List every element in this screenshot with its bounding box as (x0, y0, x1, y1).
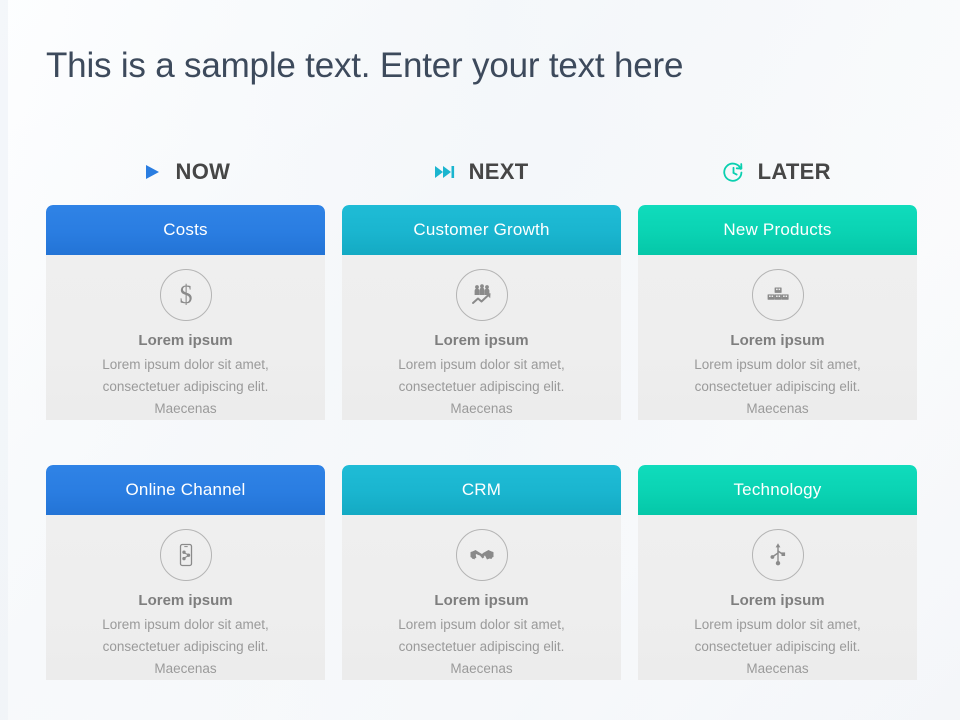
card-subtitle: Lorem ipsum (434, 592, 529, 610)
card-grid: Costs $ Lorem ipsum Lorem ipsum dolor si… (46, 205, 919, 680)
svg-text:$: $ (179, 280, 192, 309)
card-body: $ Lorem ipsum Lorem ipsum dolor sit amet… (46, 255, 325, 420)
column-header-next: NEXT (342, 150, 621, 194)
card-header: Costs (46, 205, 325, 256)
card-header: CRM (342, 465, 621, 516)
page-title: This is a sample text. Enter your text h… (46, 46, 684, 85)
card-subtitle: Lorem ipsum (138, 592, 233, 610)
column-header-next-label: NEXT (468, 159, 529, 184)
people-growth-chart-icon (455, 269, 508, 322)
card-technology[interactable]: Technology Lorem ipsum Lorem ipsum dolor… (638, 465, 917, 680)
card-body: Lorem ipsum Lorem ipsum dolor sit amet, … (638, 255, 917, 420)
card-title: Costs (163, 220, 208, 240)
card-body: Lorem ipsum Lorem ipsum dolor sit amet, … (638, 515, 917, 680)
card-subtitle: Lorem ipsum (730, 332, 825, 350)
usb-symbol-icon (751, 529, 804, 582)
fast-forward-icon (434, 161, 456, 183)
card-online-channel[interactable]: Online Channel Lorem ipsum Lorem ipsum d… (46, 465, 325, 680)
column-header-later: LATER (637, 150, 916, 194)
card-new-products[interactable]: New Products Lorem ipsum Lorem ipsum dol… (638, 205, 917, 420)
card-body: Lorem ipsum Lorem ipsum dolor sit amet, … (342, 515, 621, 680)
card-title: New Products (723, 220, 832, 240)
column-header-now-label: NOW (175, 159, 231, 184)
stacked-boxes-icon (751, 269, 804, 322)
clock-refresh-icon (723, 161, 745, 183)
card-header: Technology (638, 465, 917, 516)
mobile-share-icon (159, 529, 212, 582)
card-title: CRM (461, 480, 502, 500)
card-subtitle: Lorem ipsum (138, 332, 233, 350)
handshake-icon (455, 529, 508, 582)
slide-canvas: This is a sample text. Enter your text h… (0, 0, 960, 720)
card-title: Technology (733, 480, 822, 500)
column-header-later-label: LATER (757, 159, 831, 184)
card-description: Lorem ipsum dolor sit amet, consectetuer… (102, 357, 269, 417)
column-header-row: NOW NEXT LATER (46, 150, 916, 194)
dollar-sign-icon: $ (159, 269, 212, 322)
card-body: Lorem ipsum Lorem ipsum dolor sit amet, … (46, 515, 325, 680)
card-description: Lorem ipsum dolor sit amet, consectetuer… (694, 357, 861, 417)
card-header: Customer Growth (342, 205, 621, 256)
card-description: Lorem ipsum dolor sit amet, consectetuer… (398, 617, 565, 677)
column-header-now: NOW (46, 150, 325, 194)
card-subtitle: Lorem ipsum (434, 332, 529, 350)
card-crm[interactable]: CRM Lorem ipsum Lorem ipsum dolor sit am… (342, 465, 621, 680)
card-title: Online Channel (125, 480, 246, 500)
card-costs[interactable]: Costs $ Lorem ipsum Lorem ipsum dolor si… (46, 205, 325, 420)
card-description: Lorem ipsum dolor sit amet, consectetuer… (398, 357, 565, 417)
card-description: Lorem ipsum dolor sit amet, consectetuer… (102, 617, 269, 677)
card-subtitle: Lorem ipsum (730, 592, 825, 610)
card-header: New Products (638, 205, 917, 256)
card-body: Lorem ipsum Lorem ipsum dolor sit amet, … (342, 255, 621, 420)
card-description: Lorem ipsum dolor sit amet, consectetuer… (694, 617, 861, 677)
play-triangle-icon (141, 161, 163, 183)
card-title: Customer Growth (413, 220, 550, 240)
card-customer-growth[interactable]: Customer Growth Lorem ipsum Lorem ipsum … (342, 205, 621, 420)
card-header: Online Channel (46, 465, 325, 516)
